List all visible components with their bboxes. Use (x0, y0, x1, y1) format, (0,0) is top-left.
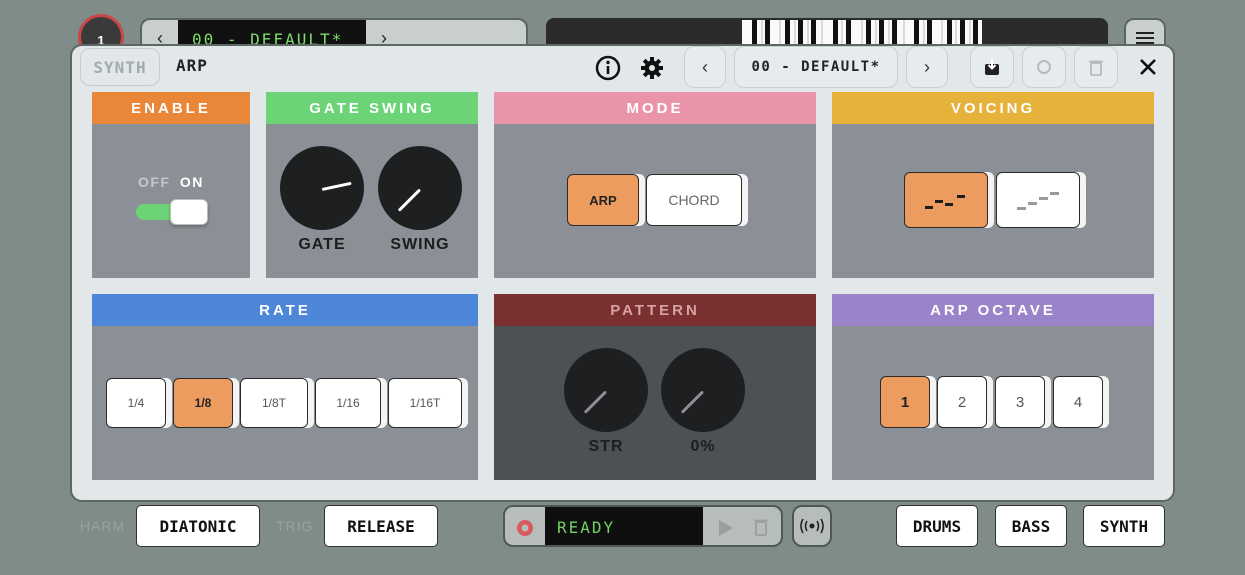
close-button[interactable] (1134, 53, 1162, 81)
engine-bass-button[interactable]: BASS (995, 505, 1067, 547)
engine-synth-button[interactable]: SYNTH (1083, 505, 1165, 547)
panel-enable-title: ENABLE (92, 92, 250, 124)
preset-name-display[interactable]: 00 - DEFAULT* (734, 46, 898, 88)
record-icon (517, 520, 533, 536)
octave-2-button[interactable]: 2 (937, 376, 987, 428)
mode-arp-button[interactable]: ARP (567, 174, 639, 226)
play-button[interactable] (717, 518, 735, 543)
info-button[interactable] (594, 54, 622, 82)
preset-delete-button[interactable] (1074, 46, 1118, 88)
mode-chord-button[interactable]: CHORD (646, 174, 742, 226)
status-display: READY (545, 507, 703, 545)
spread-voicing-icon (925, 195, 965, 209)
preset-name: 00 - DEFAULT* (751, 59, 881, 75)
pattern-percent-knob-indicator (680, 390, 705, 414)
chevron-left-icon: ‹ (702, 56, 708, 77)
ascending-voicing-icon (1017, 192, 1059, 210)
trig-mode-button[interactable]: RELEASE (324, 505, 438, 547)
preset-revert-button[interactable] (1022, 46, 1066, 88)
broadcast-button[interactable] (792, 505, 832, 547)
record-button[interactable] (515, 518, 535, 543)
broadcast-icon (800, 518, 824, 534)
save-icon (985, 59, 999, 75)
pattern-percent-knob[interactable] (661, 348, 745, 432)
gate-knob-indicator (321, 181, 352, 191)
gate-knob-label: GATE (298, 236, 346, 253)
str-knob-group: STR (564, 348, 648, 456)
enable-on-label: ON (179, 174, 204, 190)
enable-toggle[interactable] (136, 199, 208, 225)
panel-voicing: VOICING (832, 92, 1154, 278)
voicing-spread-button[interactable] (904, 172, 988, 228)
panel-pattern-title: PATTERN (494, 294, 816, 326)
tab-synth[interactable]: SYNTH (80, 48, 160, 86)
panel-pattern: PATTERN STR 0% (494, 294, 816, 480)
swing-knob-label: SWING (390, 236, 450, 253)
pattern-percent-knob-group: 0% (661, 348, 745, 456)
trig-label: TRIG (276, 518, 314, 534)
rate-1-8t-button[interactable]: 1/8T (240, 378, 308, 428)
arp-settings-modal: SYNTH ARP ‹ 00 - DEFAULT* › ENABLE OFF O… (70, 44, 1175, 502)
swing-knob-indicator (397, 188, 422, 212)
clear-button[interactable] (753, 517, 769, 542)
enable-off-label: OFF (138, 174, 171, 190)
voicing-ascending-button[interactable] (996, 172, 1080, 228)
panel-enable: ENABLE OFF ON (92, 92, 250, 278)
trash-icon (754, 519, 768, 536)
rate-1-16-button[interactable]: 1/16 (315, 378, 381, 428)
info-icon (595, 55, 621, 81)
panel-mode-title: MODE (494, 92, 816, 124)
tab-arp[interactable]: ARP (176, 56, 208, 78)
enable-toggle-thumb (170, 199, 208, 225)
gate-knob-group: GATE (280, 146, 364, 254)
play-icon (719, 520, 733, 536)
gate-knob[interactable] (280, 146, 364, 230)
octave-3-button[interactable]: 3 (995, 376, 1045, 428)
transport-bar: READY (503, 505, 783, 547)
harm-label: HARM (80, 518, 126, 534)
pattern-percent-knob-label: 0% (690, 438, 716, 455)
preset-next-button[interactable]: › (906, 46, 948, 88)
harm-mode-button[interactable]: DIATONIC (136, 505, 260, 547)
preset-save-button[interactable] (970, 46, 1014, 88)
engine-drums-button[interactable]: DRUMS (896, 505, 978, 547)
panel-gate-swing: GATE SWING GATE SWING (266, 92, 478, 278)
rate-1-4-button[interactable]: 1/4 (106, 378, 166, 428)
octave-4-button[interactable]: 4 (1053, 376, 1103, 428)
panel-mode: MODE ARP CHORD (494, 92, 816, 278)
refresh-icon (1037, 60, 1051, 74)
str-knob-indicator (583, 390, 608, 414)
gear-icon (641, 57, 663, 79)
swing-knob-group: SWING (378, 146, 462, 254)
str-knob[interactable] (564, 348, 648, 432)
panel-arp-octave: ARP OCTAVE 1 2 3 4 (832, 294, 1154, 480)
chevron-right-icon: › (924, 56, 930, 77)
preset-prev-button[interactable]: ‹ (684, 46, 726, 88)
panel-voicing-title: VOICING (832, 92, 1154, 124)
panel-arp-octave-title: ARP OCTAVE (832, 294, 1154, 326)
swing-knob[interactable] (378, 146, 462, 230)
str-knob-label: STR (588, 438, 624, 455)
panel-gate-swing-title: GATE SWING (266, 92, 478, 124)
panel-rate-title: RATE (92, 294, 478, 326)
settings-button[interactable] (638, 54, 666, 82)
octave-1-button[interactable]: 1 (880, 376, 930, 428)
panel-rate: RATE 1/4 1/8 1/8T 1/16 1/16T (92, 294, 478, 480)
trash-icon (1089, 60, 1103, 76)
close-icon (1140, 59, 1156, 75)
enable-toggle-labels: OFF ON (138, 174, 204, 190)
rate-1-16t-button[interactable]: 1/16T (388, 378, 462, 428)
rate-1-8-button[interactable]: 1/8 (173, 378, 233, 428)
